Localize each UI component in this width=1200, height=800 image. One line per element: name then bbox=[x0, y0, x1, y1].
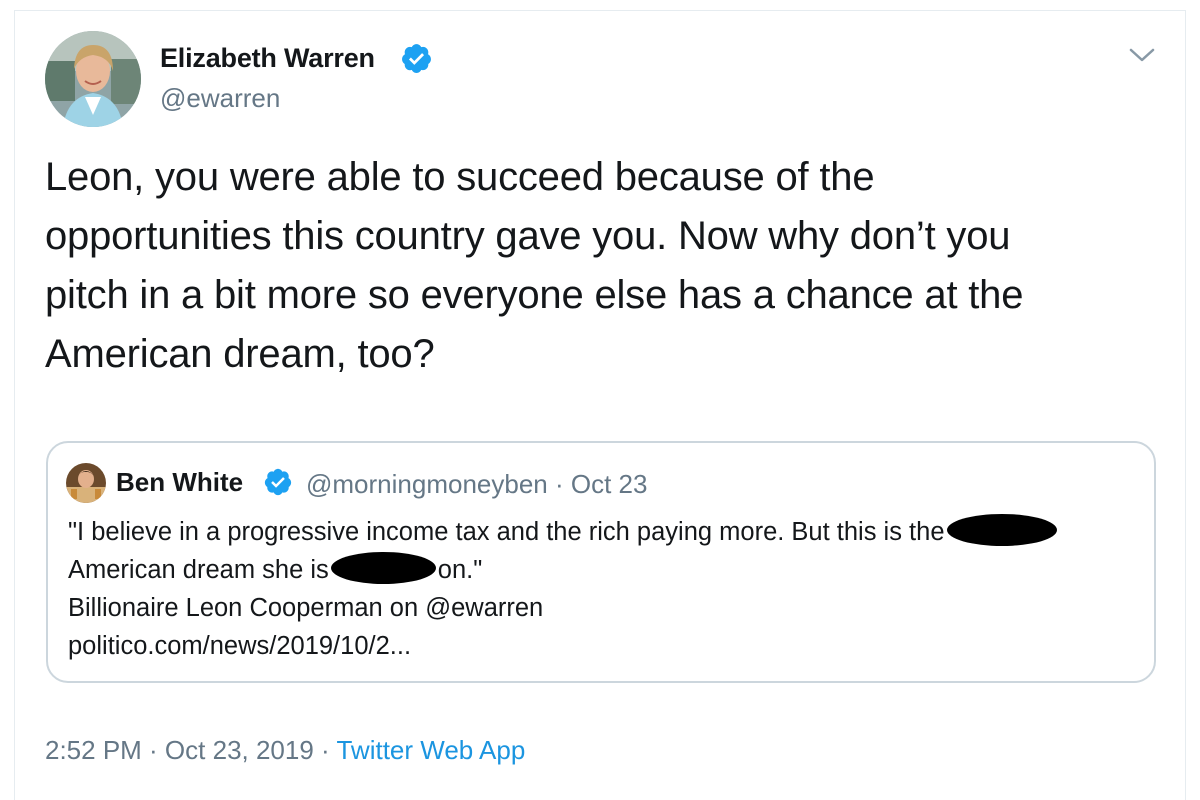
quoted-author-avatar bbox=[66, 463, 106, 503]
quoted-text: "I believe in a progressive income tax a… bbox=[68, 513, 1148, 665]
verified-badge-icon bbox=[263, 467, 293, 497]
quoted-line-1-text: "I believe in a progressive income tax a… bbox=[68, 518, 945, 546]
quoted-line-2b-text: on." bbox=[437, 556, 483, 584]
verified-badge-icon bbox=[400, 42, 433, 75]
tweet-source-link[interactable]: Twitter Web App bbox=[336, 735, 525, 765]
redaction-mark bbox=[330, 552, 436, 585]
tweet-meta: 2:52 PM · Oct 23, 2019 · Twitter Web App bbox=[45, 735, 525, 766]
author-handle[interactable]: @ewarren bbox=[160, 83, 280, 114]
quoted-handle-date: @morningmoneyben · Oct 23 bbox=[306, 469, 648, 499]
tweet-timestamp[interactable]: 2:52 PM · Oct 23, 2019 · bbox=[45, 735, 330, 765]
quoted-link[interactable]: politico.com/news/2019/10/2... bbox=[68, 627, 1148, 665]
quoted-line-2a-text: American dream she is bbox=[68, 556, 329, 584]
redaction-mark bbox=[946, 514, 1057, 547]
author-avatar[interactable] bbox=[45, 31, 141, 127]
chevron-down-icon[interactable] bbox=[1128, 44, 1156, 66]
quoted-author-name: Ben White bbox=[116, 467, 244, 497]
quoted-line-1: "I believe in a progressive income tax a… bbox=[68, 513, 1148, 551]
quoted-line-2: American dream she is on." bbox=[68, 551, 1148, 589]
quoted-line-3: Billionaire Leon Cooperman on @ewarren bbox=[68, 594, 544, 622]
author-name[interactable]: Elizabeth Warren bbox=[160, 43, 375, 74]
tweet-text: Leon, you were able to succeed because o… bbox=[45, 155, 1024, 376]
quoted-tweet[interactable]: Ben White @morningmoneyben · Oct 23 "I b… bbox=[46, 441, 1156, 683]
